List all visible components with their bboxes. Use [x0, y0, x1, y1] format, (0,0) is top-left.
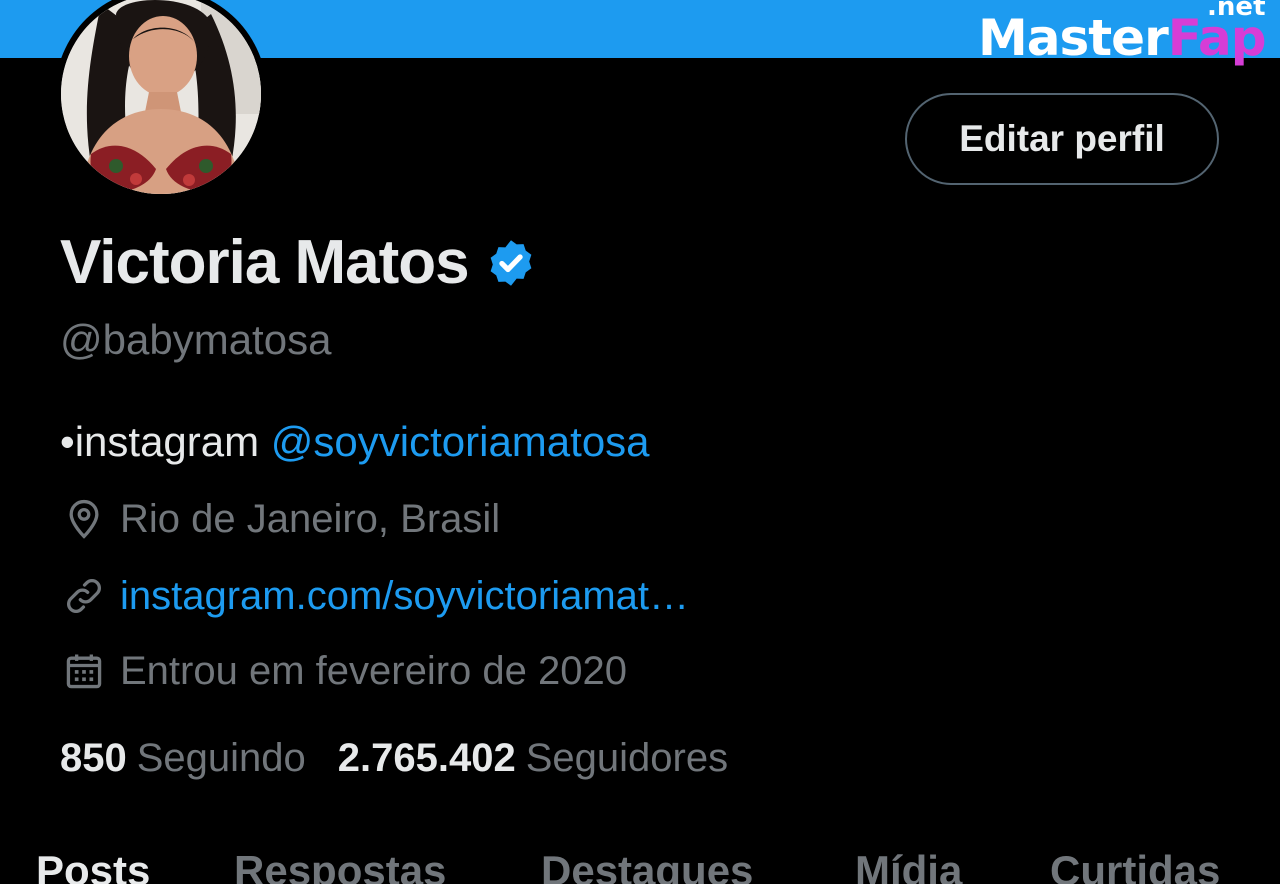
profile-name: Victoria Matos	[60, 228, 470, 297]
bio-text: •instagram	[60, 418, 271, 465]
avatar-photo-icon	[61, 0, 261, 194]
tab-destaques[interactable]: Destaques	[541, 846, 753, 884]
watermark-logo: MasterFap .net	[978, 0, 1266, 68]
tab-midia[interactable]: Mídia	[855, 846, 962, 884]
profile-bio: •instagram @soyvictoriamatosa	[60, 418, 650, 466]
verified-badge-icon[interactable]	[485, 237, 537, 289]
watermark-master-text: Master	[978, 9, 1169, 67]
calendar-icon	[66, 654, 102, 689]
following-label: Seguindo	[136, 736, 306, 780]
profile-handle: @babymatosa	[60, 316, 332, 363]
followers-label: Seguidores	[525, 736, 729, 780]
tab-respostas[interactable]: Respostas	[234, 846, 446, 884]
bio-mention-link[interactable]: @soyvictoriamatosa	[271, 418, 650, 465]
profile-stats: 850 Seguindo 2.765.402 Seguidores	[60, 734, 728, 782]
profile-name-row: Victoria Matos	[60, 226, 537, 300]
followers-stat[interactable]: 2.765.402 Seguidores	[338, 734, 728, 782]
profile-location: Rio de Janeiro, Brasil	[120, 497, 501, 541]
profile-joined-date: Entrou em fevereiro de 2020	[120, 649, 627, 693]
following-count: 850	[60, 736, 127, 780]
profile-website-link[interactable]: instagram.com/soyvictoriamat…	[120, 573, 689, 619]
profile-website-row: instagram.com/soyvictoriamat…	[62, 573, 689, 619]
profile-tabs: Posts Respostas Destaques Mídia Curtidas	[0, 840, 1280, 884]
avatar[interactable]	[55, 0, 267, 200]
watermark-net-text: .net	[1207, 0, 1266, 22]
edit-profile-button[interactable]: Editar perfil	[905, 93, 1219, 185]
followers-count: 2.765.402	[337, 736, 516, 780]
tab-posts[interactable]: Posts	[36, 846, 150, 884]
following-stat[interactable]: 850 Seguindo	[60, 734, 306, 782]
avatar-image	[61, 0, 261, 194]
profile-joined-row: Entrou em fevereiro de 2020	[62, 648, 627, 694]
link-icon	[67, 579, 101, 613]
profile-location-row: Rio de Janeiro, Brasil	[62, 496, 500, 542]
location-pin-icon	[69, 499, 99, 539]
tab-curtidas[interactable]: Curtidas	[1050, 846, 1220, 884]
